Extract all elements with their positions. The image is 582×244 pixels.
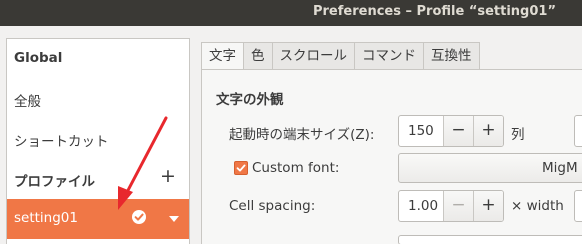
checkmark-icon xyxy=(236,164,246,172)
sidebar-item-label: 全般 xyxy=(14,94,41,110)
sidebar-item-global: Global xyxy=(7,39,189,79)
cell-spacing-label: Cell spacing: xyxy=(229,198,316,214)
cell-height-stepper[interactable] xyxy=(574,190,582,222)
custom-font-label: Custom font: xyxy=(252,160,340,176)
sidebar-item-shortcuts[interactable]: ショートカット xyxy=(7,119,189,159)
text-settings-panel: 文字の外観 起動時の端末サイズ(Z): 150 − + 列 Custom fon… xyxy=(201,69,582,244)
sidebar-item-label: Global xyxy=(14,50,63,66)
tab-bar: 文字 色 スクロール コマンド 互換性 xyxy=(201,42,480,70)
sidebar-item-label: プロファイル xyxy=(14,174,95,190)
tab-compatibility[interactable]: 互換性 xyxy=(424,42,480,70)
next-row-control[interactable] xyxy=(398,235,582,244)
chevron-down-icon[interactable] xyxy=(169,216,179,222)
add-profile-button[interactable]: + xyxy=(160,167,176,186)
sidebar-item-setting01[interactable]: setting01 xyxy=(7,199,189,239)
tab-colors[interactable]: 色 xyxy=(244,42,273,70)
sidebar-item-label: ショートカット xyxy=(14,134,109,150)
initial-size-label: 起動時の端末サイズ(Z): xyxy=(229,127,375,143)
columns-decrement-button[interactable]: − xyxy=(443,116,473,146)
sidebar-item-label: setting01 xyxy=(14,210,78,226)
columns-value[interactable]: 150 xyxy=(399,116,443,146)
check-icon xyxy=(132,210,146,224)
tab-command[interactable]: コマンド xyxy=(355,42,424,70)
cell-spacing-increment-button[interactable]: + xyxy=(473,191,503,221)
sidebar: Global 全般 ショートカット プロファイル + setting01 xyxy=(6,38,190,244)
tab-text[interactable]: 文字 xyxy=(201,42,244,70)
cell-spacing-decrement-button[interactable]: − xyxy=(443,191,473,221)
rows-stepper[interactable] xyxy=(574,115,582,147)
sidebar-item-general[interactable]: 全般 xyxy=(7,79,189,119)
sidebar-item-profiles: プロファイル + xyxy=(7,159,189,199)
columns-stepper: 150 − + xyxy=(398,115,504,147)
columns-unit-label: 列 xyxy=(511,127,525,143)
section-title: 文字の外観 xyxy=(216,92,284,108)
cell-spacing-unit-label: × width xyxy=(511,198,564,214)
font-chooser-text: MigM xyxy=(542,160,578,176)
columns-increment-button[interactable]: + xyxy=(473,116,503,146)
cell-spacing-stepper: 1.00 − + xyxy=(398,190,504,222)
window-title: Preferences – Profile “setting01” xyxy=(312,4,556,19)
tab-scrolling[interactable]: スクロール xyxy=(272,42,355,70)
cell-spacing-value[interactable]: 1.00 xyxy=(399,191,443,221)
custom-font-checkbox[interactable] xyxy=(234,161,248,175)
font-chooser-button[interactable]: MigM xyxy=(398,153,582,183)
window-titlebar: Preferences – Profile “setting01” xyxy=(0,0,582,26)
preferences-window: Global 全般 ショートカット プロファイル + setting01 文字 … xyxy=(0,26,582,244)
